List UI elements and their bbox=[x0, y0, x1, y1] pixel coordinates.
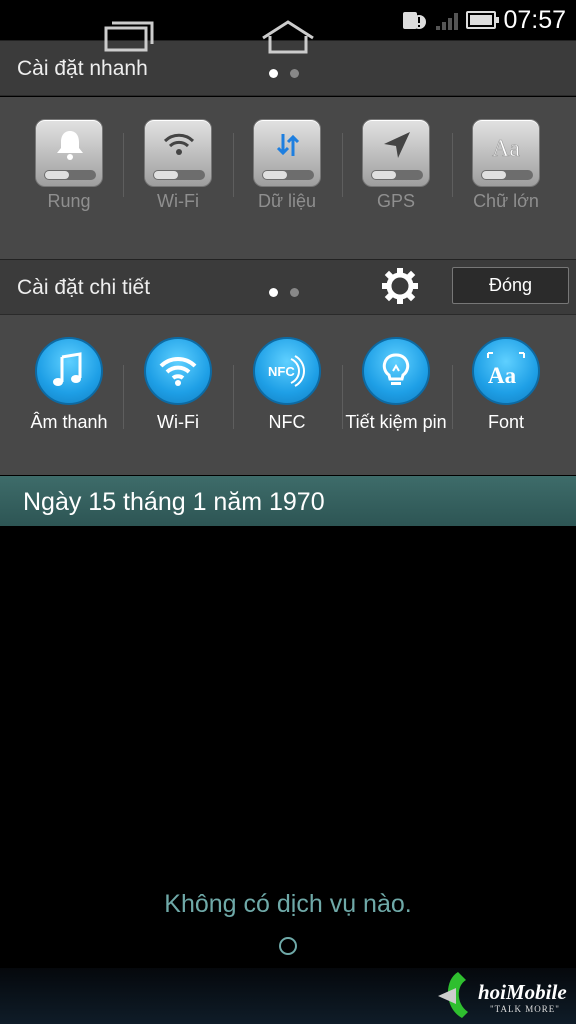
detail-settings-panel: Âm thanh Wi-Fi NFC NFC Tiết kiệm pin Aa … bbox=[0, 315, 576, 475]
gps-arrow-icon bbox=[362, 119, 430, 187]
page-indicator bbox=[269, 284, 311, 302]
watermark-brand: hoiMobile bbox=[478, 980, 567, 1004]
home-icon[interactable] bbox=[258, 18, 318, 54]
signal-icon bbox=[436, 13, 458, 30]
detail-tile-label: Font bbox=[487, 412, 525, 432]
wifi-icon bbox=[144, 337, 212, 405]
page-indicator bbox=[269, 65, 311, 83]
quick-settings-title: Cài đặt nhanh bbox=[17, 57, 148, 80]
close-button[interactable]: Đóng bbox=[452, 267, 569, 304]
drag-handle[interactable] bbox=[279, 937, 297, 955]
page-dot-active bbox=[269, 288, 278, 297]
detail-tile-font[interactable]: Aa Font bbox=[451, 337, 561, 434]
data-sync-icon bbox=[253, 119, 321, 187]
quick-tile-gps[interactable]: GPS bbox=[341, 119, 451, 212]
font-icon: Aa bbox=[472, 337, 540, 405]
quick-tile-label: Dữ liệu bbox=[257, 191, 317, 211]
empty-notifications-text: Không có dịch vụ nào. bbox=[164, 890, 412, 918]
date-text: Ngày 15 tháng 1 năm 1970 bbox=[23, 488, 325, 516]
quick-tile-data[interactable]: Dữ liệu bbox=[232, 119, 342, 212]
page-dot bbox=[290, 288, 299, 297]
detail-tile-sound[interactable]: Âm thanh bbox=[14, 337, 124, 434]
detail-tile-label: NFC bbox=[268, 412, 306, 432]
detail-tile-battery-saver[interactable]: Tiết kiệm pin bbox=[341, 337, 451, 434]
svg-text:Aa: Aa bbox=[492, 136, 520, 162]
sim-alert-icon bbox=[403, 12, 426, 29]
quick-tile-label: Rung bbox=[47, 191, 91, 211]
detail-tile-label: Tiết kiệm pin bbox=[345, 412, 447, 432]
detail-settings-title: Cài đặt chi tiết bbox=[17, 276, 151, 299]
nfc-icon: NFC bbox=[253, 337, 321, 405]
battery-icon bbox=[466, 11, 499, 29]
clock: 07:57 bbox=[503, 6, 566, 34]
bell-icon bbox=[35, 119, 103, 187]
music-note-icon bbox=[35, 337, 103, 405]
detail-tile-label: Wi-Fi bbox=[157, 412, 199, 432]
detail-tile-wifi[interactable]: Wi-Fi bbox=[123, 337, 233, 434]
wifi-icon bbox=[144, 119, 212, 187]
quick-tile-large-text[interactable]: Aa Chữ lớn bbox=[451, 119, 561, 212]
svg-text:NFC: NFC bbox=[268, 364, 295, 379]
detail-tile-label: Âm thanh bbox=[30, 412, 108, 432]
quick-tile-label: Chữ lớn bbox=[473, 191, 539, 211]
page-dot bbox=[290, 69, 299, 78]
quick-settings-panel: Rung Wi-Fi Dữ liệu GPS Aa Chữ lớn bbox=[0, 97, 576, 259]
watermark-tagline: "TALK MORE" bbox=[490, 1004, 560, 1014]
quick-tile-label: Wi-Fi bbox=[157, 191, 199, 211]
quick-tile-label: GPS bbox=[376, 191, 415, 211]
page-dot-active bbox=[269, 69, 278, 78]
quick-tile-vibrate[interactable]: Rung bbox=[14, 119, 124, 212]
quick-tile-wifi[interactable]: Wi-Fi bbox=[123, 119, 233, 212]
date-bar: Ngày 15 tháng 1 năm 1970 bbox=[0, 476, 576, 526]
svg-text:Aa: Aa bbox=[488, 363, 517, 388]
large-text-icon: Aa bbox=[472, 119, 540, 187]
gear-icon[interactable] bbox=[382, 268, 418, 304]
recent-apps-icon[interactable] bbox=[100, 18, 160, 54]
lightbulb-icon bbox=[362, 337, 430, 405]
detail-tile-nfc[interactable]: NFC NFC bbox=[232, 337, 342, 434]
